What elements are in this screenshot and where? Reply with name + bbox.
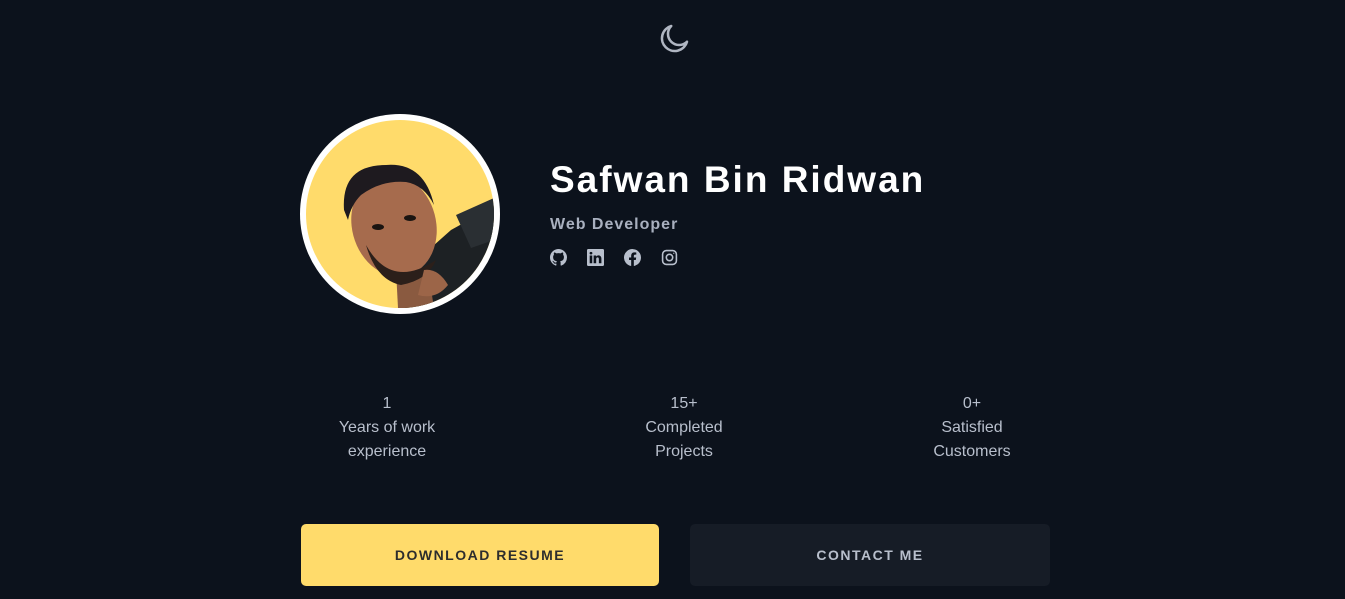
avatar-photo [306,120,494,308]
action-buttons: DOWNLOAD RESUME CONTACT ME [301,524,1050,586]
avatar [300,114,500,314]
stat-value: 1 [382,395,392,412]
profile-name: Safwan Bin Ridwan [550,159,926,200]
stats-section: 1 Years of work experience 15+ Completed… [300,392,1050,472]
facebook-icon [624,249,641,266]
profile-info: Safwan Bin Ridwan Web Developer [550,158,1050,266]
profile-role: Web Developer [550,216,679,233]
stat-label: Satisfied Customers [933,419,1011,460]
stat-experience: 1 Years of work experience [297,392,477,464]
stat-customers: 0+ Satisfied Customers [882,392,1062,464]
theme-toggle-button[interactable] [655,18,695,58]
stat-projects: 15+ Completed Projects [594,392,774,464]
moon-icon [660,24,689,53]
facebook-link[interactable] [624,249,641,266]
download-resume-button[interactable]: DOWNLOAD RESUME [301,524,659,586]
github-icon [550,249,567,266]
stat-value: 0+ [962,395,982,412]
github-link[interactable] [550,249,567,266]
stat-label: Completed Projects [645,419,723,460]
social-links [550,249,1050,266]
stat-label: Years of work experience [338,419,436,460]
instagram-link[interactable] [661,249,678,266]
linkedin-icon [587,249,604,266]
instagram-icon [661,249,678,266]
linkedin-link[interactable] [587,249,604,266]
stat-value: 15+ [670,395,698,412]
contact-me-button[interactable]: CONTACT ME [690,524,1050,586]
hero-page: Safwan Bin Ridwan Web Developer 1 Years … [0,0,1345,599]
